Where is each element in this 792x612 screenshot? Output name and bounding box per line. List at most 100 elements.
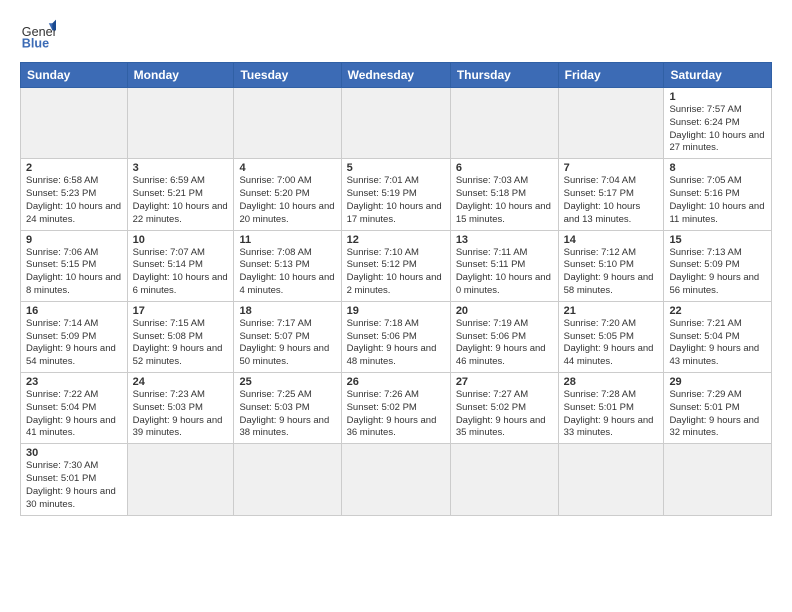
day-number: 5 [347,162,445,174]
day-number: 27 [456,376,553,388]
calendar-cell [558,444,664,515]
calendar-cell: 28Sunrise: 7:28 AM Sunset: 5:01 PM Dayli… [558,373,664,444]
calendar-cell [558,88,664,159]
day-number: 10 [133,234,229,246]
day-number: 25 [239,376,335,388]
calendar-cell: 27Sunrise: 7:27 AM Sunset: 5:02 PM Dayli… [450,373,558,444]
calendar-cell: 30Sunrise: 7:30 AM Sunset: 5:01 PM Dayli… [21,444,128,515]
calendar-header-row: SundayMondayTuesdayWednesdayThursdayFrid… [21,63,772,88]
header: General Blue [20,16,772,52]
day-number: 3 [133,162,229,174]
calendar-header-monday: Monday [127,63,234,88]
calendar-header-wednesday: Wednesday [341,63,450,88]
calendar-cell: 18Sunrise: 7:17 AM Sunset: 5:07 PM Dayli… [234,301,341,372]
day-info: Sunrise: 7:03 AM Sunset: 5:18 PM Dayligh… [456,175,553,226]
calendar-week-2: 9Sunrise: 7:06 AM Sunset: 5:15 PM Daylig… [21,230,772,301]
day-number: 16 [26,305,122,317]
day-number: 8 [669,162,766,174]
day-info: Sunrise: 7:22 AM Sunset: 5:04 PM Dayligh… [26,389,122,440]
logo-icon: General Blue [20,16,56,52]
day-number: 21 [564,305,659,317]
day-number: 18 [239,305,335,317]
calendar-cell: 9Sunrise: 7:06 AM Sunset: 5:15 PM Daylig… [21,230,128,301]
calendar-cell: 5Sunrise: 7:01 AM Sunset: 5:19 PM Daylig… [341,159,450,230]
day-info: Sunrise: 7:28 AM Sunset: 5:01 PM Dayligh… [564,389,659,440]
day-info: Sunrise: 7:57 AM Sunset: 6:24 PM Dayligh… [669,104,766,155]
calendar-cell [450,444,558,515]
calendar-cell: 3Sunrise: 6:59 AM Sunset: 5:21 PM Daylig… [127,159,234,230]
day-number: 11 [239,234,335,246]
calendar-header-thursday: Thursday [450,63,558,88]
calendar-cell: 15Sunrise: 7:13 AM Sunset: 5:09 PM Dayli… [664,230,772,301]
day-number: 24 [133,376,229,388]
calendar-cell: 22Sunrise: 7:21 AM Sunset: 5:04 PM Dayli… [664,301,772,372]
calendar-cell [341,88,450,159]
calendar-cell: 19Sunrise: 7:18 AM Sunset: 5:06 PM Dayli… [341,301,450,372]
day-number: 6 [456,162,553,174]
calendar-header-friday: Friday [558,63,664,88]
day-info: Sunrise: 7:04 AM Sunset: 5:17 PM Dayligh… [564,175,659,226]
day-info: Sunrise: 7:29 AM Sunset: 5:01 PM Dayligh… [669,389,766,440]
day-number: 7 [564,162,659,174]
calendar-cell: 21Sunrise: 7:20 AM Sunset: 5:05 PM Dayli… [558,301,664,372]
day-info: Sunrise: 7:01 AM Sunset: 5:19 PM Dayligh… [347,175,445,226]
day-number: 28 [564,376,659,388]
calendar-week-5: 30Sunrise: 7:30 AM Sunset: 5:01 PM Dayli… [21,444,772,515]
calendar-cell [127,444,234,515]
calendar-cell: 17Sunrise: 7:15 AM Sunset: 5:08 PM Dayli… [127,301,234,372]
calendar-cell [341,444,450,515]
calendar-cell: 14Sunrise: 7:12 AM Sunset: 5:10 PM Dayli… [558,230,664,301]
day-number: 4 [239,162,335,174]
day-number: 26 [347,376,445,388]
calendar-cell: 26Sunrise: 7:26 AM Sunset: 5:02 PM Dayli… [341,373,450,444]
day-number: 12 [347,234,445,246]
calendar-cell: 29Sunrise: 7:29 AM Sunset: 5:01 PM Dayli… [664,373,772,444]
calendar-header-sunday: Sunday [21,63,128,88]
calendar-cell: 11Sunrise: 7:08 AM Sunset: 5:13 PM Dayli… [234,230,341,301]
day-info: Sunrise: 7:27 AM Sunset: 5:02 PM Dayligh… [456,389,553,440]
day-number: 17 [133,305,229,317]
day-info: Sunrise: 7:20 AM Sunset: 5:05 PM Dayligh… [564,318,659,369]
day-info: Sunrise: 7:25 AM Sunset: 5:03 PM Dayligh… [239,389,335,440]
calendar-week-1: 2Sunrise: 6:58 AM Sunset: 5:23 PM Daylig… [21,159,772,230]
svg-text:Blue: Blue [22,37,49,51]
day-info: Sunrise: 7:18 AM Sunset: 5:06 PM Dayligh… [347,318,445,369]
calendar-cell: 10Sunrise: 7:07 AM Sunset: 5:14 PM Dayli… [127,230,234,301]
day-number: 22 [669,305,766,317]
day-info: Sunrise: 6:58 AM Sunset: 5:23 PM Dayligh… [26,175,122,226]
day-number: 29 [669,376,766,388]
calendar-cell: 2Sunrise: 6:58 AM Sunset: 5:23 PM Daylig… [21,159,128,230]
day-info: Sunrise: 7:26 AM Sunset: 5:02 PM Dayligh… [347,389,445,440]
day-number: 19 [347,305,445,317]
day-info: Sunrise: 7:12 AM Sunset: 5:10 PM Dayligh… [564,247,659,298]
calendar-week-0: 1Sunrise: 7:57 AM Sunset: 6:24 PM Daylig… [21,88,772,159]
calendar-cell [450,88,558,159]
day-number: 20 [456,305,553,317]
day-info: Sunrise: 7:15 AM Sunset: 5:08 PM Dayligh… [133,318,229,369]
day-info: Sunrise: 6:59 AM Sunset: 5:21 PM Dayligh… [133,175,229,226]
calendar-cell: 20Sunrise: 7:19 AM Sunset: 5:06 PM Dayli… [450,301,558,372]
day-info: Sunrise: 7:21 AM Sunset: 5:04 PM Dayligh… [669,318,766,369]
calendar-cell [234,88,341,159]
calendar-week-3: 16Sunrise: 7:14 AM Sunset: 5:09 PM Dayli… [21,301,772,372]
calendar-cell: 4Sunrise: 7:00 AM Sunset: 5:20 PM Daylig… [234,159,341,230]
calendar-header-tuesday: Tuesday [234,63,341,88]
day-number: 23 [26,376,122,388]
calendar-cell: 24Sunrise: 7:23 AM Sunset: 5:03 PM Dayli… [127,373,234,444]
calendar-cell: 6Sunrise: 7:03 AM Sunset: 5:18 PM Daylig… [450,159,558,230]
calendar-cell [664,444,772,515]
calendar-cell: 13Sunrise: 7:11 AM Sunset: 5:11 PM Dayli… [450,230,558,301]
calendar: SundayMondayTuesdayWednesdayThursdayFrid… [20,62,772,516]
calendar-cell [21,88,128,159]
day-number: 30 [26,447,122,459]
day-info: Sunrise: 7:23 AM Sunset: 5:03 PM Dayligh… [133,389,229,440]
day-number: 2 [26,162,122,174]
calendar-cell: 8Sunrise: 7:05 AM Sunset: 5:16 PM Daylig… [664,159,772,230]
day-info: Sunrise: 7:10 AM Sunset: 5:12 PM Dayligh… [347,247,445,298]
day-info: Sunrise: 7:19 AM Sunset: 5:06 PM Dayligh… [456,318,553,369]
calendar-cell [234,444,341,515]
day-number: 14 [564,234,659,246]
calendar-cell: 23Sunrise: 7:22 AM Sunset: 5:04 PM Dayli… [21,373,128,444]
calendar-cell: 7Sunrise: 7:04 AM Sunset: 5:17 PM Daylig… [558,159,664,230]
day-info: Sunrise: 7:13 AM Sunset: 5:09 PM Dayligh… [669,247,766,298]
